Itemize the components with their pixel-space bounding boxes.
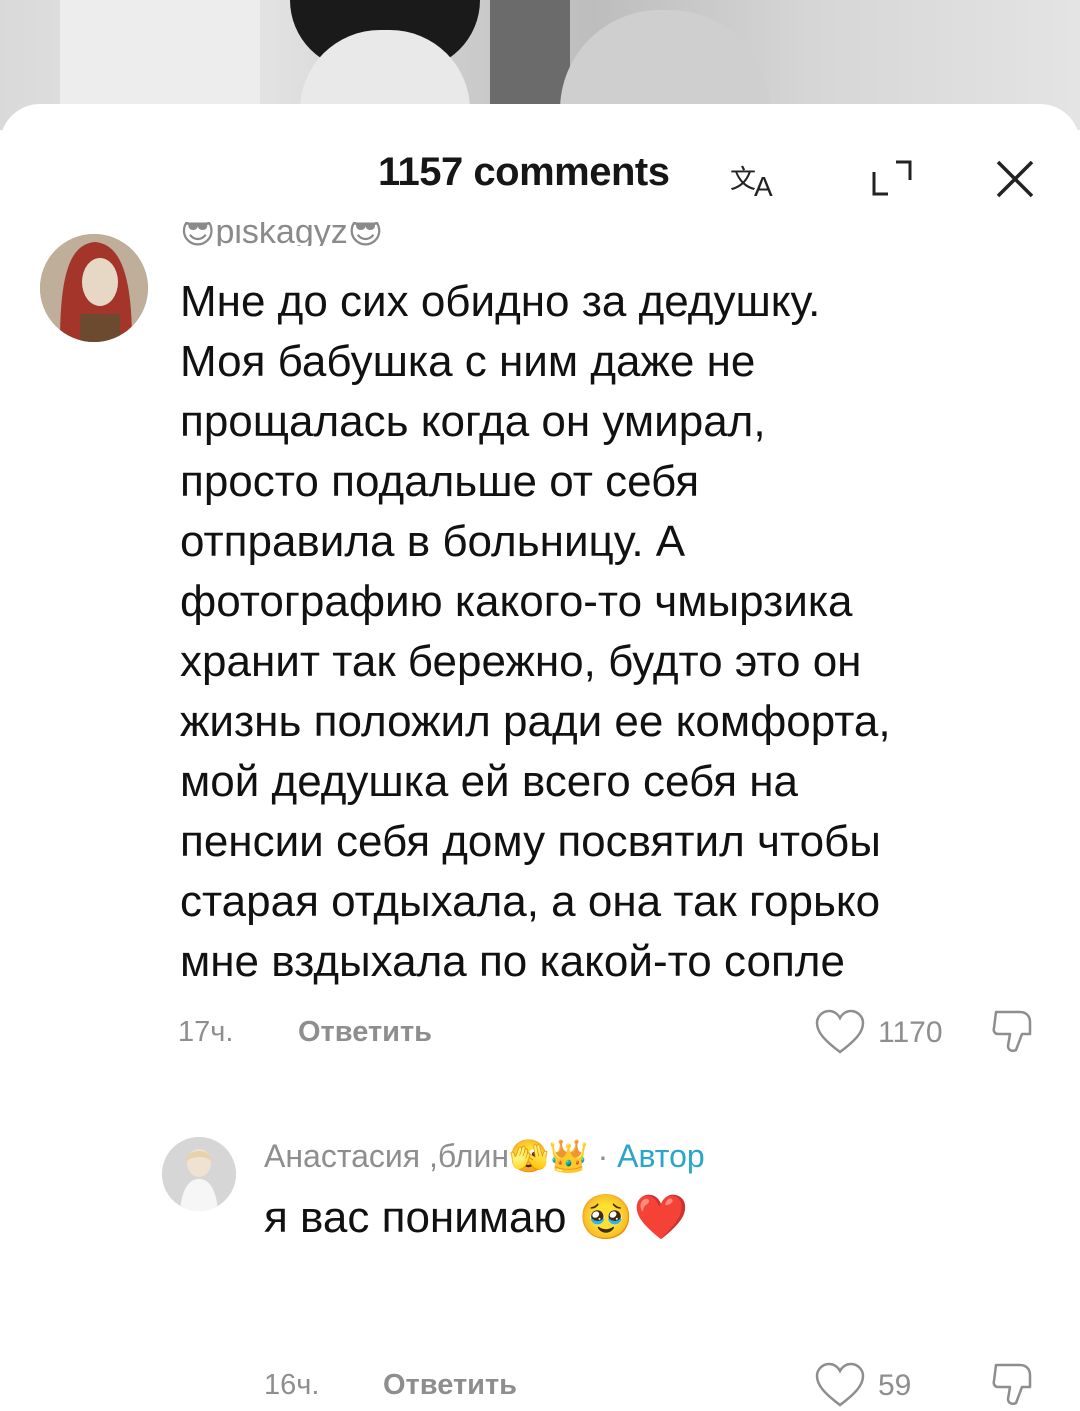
comments-count-title: 1157 comments — [378, 150, 670, 194]
likes-count: 1170 — [878, 1016, 943, 1049]
reply-avatar[interactable] — [162, 1137, 236, 1211]
reply-text: я вас понимаю 🥹❤️ — [264, 1193, 689, 1242]
author-badge: Автор — [617, 1138, 705, 1174]
reply-button[interactable]: Ответить — [383, 1369, 517, 1402]
svg-text:文: 文 — [730, 165, 756, 195]
dislike-icon[interactable] — [990, 1006, 1038, 1058]
reply-author-line: Анастасия ,блин🫣👑 · Автор — [264, 1137, 705, 1175]
comment-time: 17ч. — [178, 1016, 234, 1048]
comments-header: 1157 comments 文 A — [0, 104, 1080, 224]
avatar[interactable] — [40, 234, 148, 342]
comment-text: Мне до сих обидно за дедушку. Моя бабушк… — [180, 277, 891, 986]
svg-text:A: A — [754, 171, 773, 200]
translate-icon[interactable]: 文 A — [730, 156, 790, 200]
reply-time: 16ч. — [264, 1369, 320, 1401]
dislike-icon[interactable] — [990, 1359, 1038, 1411]
reply-button[interactable]: Ответить — [298, 1016, 432, 1049]
avatar-image — [40, 234, 148, 342]
heart-icon[interactable] — [814, 1008, 866, 1056]
comment-username[interactable]: 😎piskagyz😎 — [180, 222, 383, 246]
likes-count: 59 — [878, 1369, 912, 1402]
close-icon[interactable] — [990, 154, 1040, 204]
author-separator: · — [588, 1138, 618, 1174]
reply-author-name[interactable]: Анастасия ,блин🫣👑 — [264, 1138, 589, 1174]
heart-icon[interactable] — [814, 1361, 866, 1409]
avatar-image — [162, 1137, 236, 1211]
expand-icon[interactable] — [868, 158, 918, 198]
comments-sheet: 1157 comments 文 A 😎piskagyz😎 Мне до сих … — [0, 104, 1080, 1407]
